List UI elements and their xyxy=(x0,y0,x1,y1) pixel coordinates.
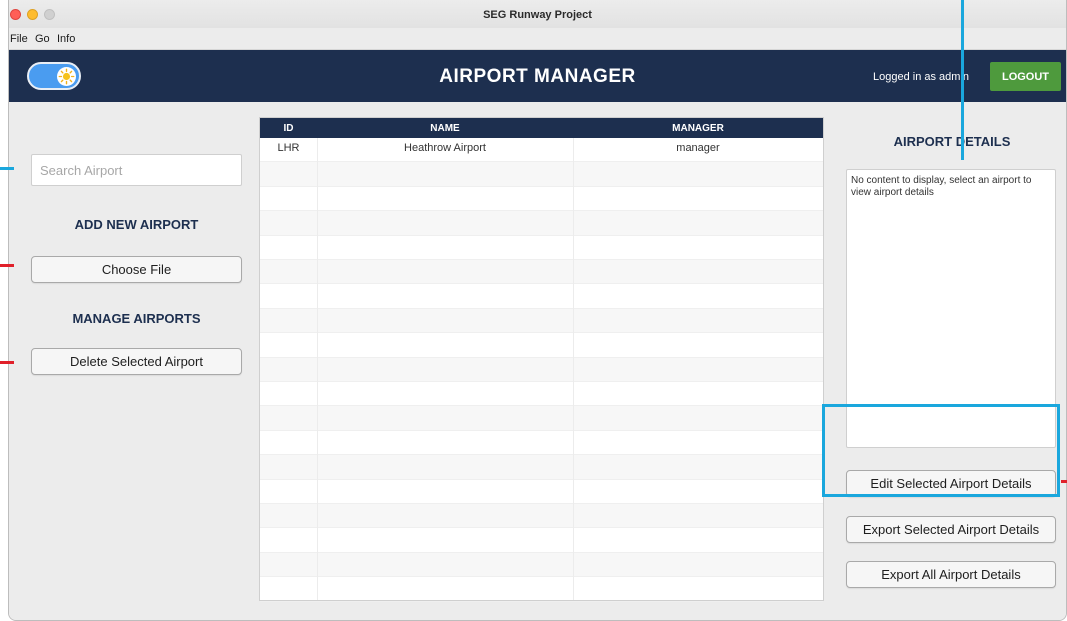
annotation-line xyxy=(0,264,14,267)
app-header: AIRPORT MANAGER Logged in as admin LOGOU… xyxy=(9,50,1066,102)
annotation-line xyxy=(0,361,14,364)
annotation-line xyxy=(1061,480,1067,483)
table-row[interactable] xyxy=(260,284,823,309)
delete-airport-button[interactable]: Delete Selected Airport xyxy=(31,348,242,375)
table-row[interactable] xyxy=(260,236,823,260)
table-row[interactable] xyxy=(260,187,823,212)
table-row[interactable] xyxy=(260,357,823,382)
cell-manager: manager xyxy=(676,142,720,154)
column-header-name[interactable]: NAME xyxy=(317,123,573,134)
table-row[interactable] xyxy=(260,552,823,578)
table-row[interactable] xyxy=(260,577,823,602)
menu-bar: File Go Info xyxy=(9,28,1066,50)
table-row[interactable]: LHR Heathrow Airport manager xyxy=(260,138,823,163)
table-row[interactable] xyxy=(260,211,823,236)
table-header: ID NAME MANAGER xyxy=(260,118,823,138)
title-bar: SEG Runway Project xyxy=(9,0,1066,28)
table-row[interactable] xyxy=(260,333,823,358)
table-row[interactable] xyxy=(260,504,823,529)
table-row[interactable] xyxy=(260,406,823,431)
annotation-line xyxy=(961,0,964,160)
export-buttons-highlight xyxy=(822,404,1060,497)
table-row[interactable] xyxy=(260,480,823,504)
airports-table: ID NAME MANAGER LHR Heathrow Airport manag… xyxy=(259,117,824,602)
table-row[interactable] xyxy=(260,455,823,480)
search-airport-input[interactable] xyxy=(31,154,242,186)
menu-info[interactable]: Info xyxy=(57,33,75,45)
cell-id: LHR xyxy=(277,142,300,154)
table-body: LHR Heathrow Airport manager xyxy=(260,138,823,602)
table-row[interactable] xyxy=(260,382,823,407)
table-row[interactable] xyxy=(260,162,823,187)
manage-airports-heading: MANAGE AIRPORTS xyxy=(72,311,201,326)
table-row[interactable] xyxy=(260,431,823,456)
menu-go[interactable]: Go xyxy=(35,33,50,45)
table-row[interactable] xyxy=(260,260,823,285)
airport-details-heading: AIRPORT DETAILS xyxy=(893,134,1011,149)
app-window: SEG Runway Project File Go Info AIRPORT … xyxy=(8,0,1067,621)
main-content: ADD NEW AIRPORT Choose File MANAGE AIRPO… xyxy=(9,102,1066,620)
column-header-manager[interactable]: MANAGER xyxy=(573,123,823,134)
logged-in-label: Logged in as admin xyxy=(873,71,970,83)
table-row[interactable] xyxy=(260,308,823,334)
logout-button[interactable]: LOGOUT xyxy=(990,62,1061,91)
cell-name: Heathrow Airport xyxy=(404,142,486,154)
window-title: SEG Runway Project xyxy=(483,9,592,21)
column-divider xyxy=(573,138,574,600)
add-airport-heading: ADD NEW AIRPORT xyxy=(74,217,199,232)
column-divider xyxy=(317,138,318,600)
annotation-line xyxy=(0,167,14,170)
table-row[interactable] xyxy=(260,528,823,553)
column-header-id[interactable]: ID xyxy=(260,123,317,134)
export-selected-details-button[interactable]: Export Selected Airport Details xyxy=(846,516,1056,543)
export-all-details-button[interactable]: Export All Airport Details xyxy=(846,561,1056,588)
menu-file[interactable]: File xyxy=(10,33,28,45)
choose-file-button[interactable]: Choose File xyxy=(31,256,242,283)
